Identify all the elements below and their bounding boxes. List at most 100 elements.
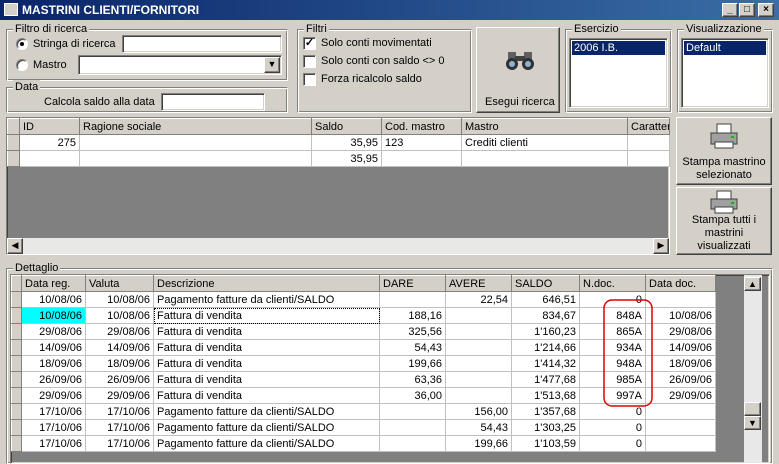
balance-date-input[interactable]	[161, 93, 265, 111]
cell-debit: 63,36	[379, 371, 446, 388]
only-nonzero-balance-label: Solo conti con saldo <> 0	[321, 55, 445, 67]
cell-reg-date: 26/09/06	[21, 371, 86, 388]
cell-description: Fattura di vendita	[153, 387, 380, 404]
fiscal-year-label: Esercizio	[572, 22, 621, 36]
force-recalc-checkbox[interactable]	[303, 73, 316, 86]
cell-credit	[445, 355, 512, 372]
cell-balance: 1'160,23	[511, 323, 580, 340]
col-credit[interactable]: AVERE	[445, 275, 512, 292]
cell-debit: 188,16	[379, 307, 446, 324]
cell-company-name	[79, 150, 312, 167]
cell-description: Fattura di vendita	[153, 371, 380, 388]
search-button[interactable]: Esegui ricerca	[476, 27, 560, 113]
cell-description: Fattura di vendita	[153, 339, 380, 356]
col-company-name[interactable]: Ragione sociale	[79, 118, 312, 135]
search-input[interactable]	[122, 35, 282, 53]
view-list[interactable]: Default	[681, 38, 769, 108]
cell-value-date: 10/08/06	[85, 307, 154, 324]
close-button[interactable]: ×	[758, 3, 774, 17]
col-mastro[interactable]: Mastro	[461, 118, 628, 135]
cell-balance: 834,67	[511, 307, 580, 324]
maximize-button[interactable]: □	[739, 3, 755, 17]
scroll-right-icon[interactable]: ▶	[653, 238, 669, 254]
col-doc-number[interactable]: N.doc.	[579, 275, 646, 292]
cell-credit: 54,43	[445, 419, 512, 436]
mastro-label: Mastro	[33, 59, 67, 71]
only-active-accounts-checkbox[interactable]: ✓	[303, 37, 316, 50]
cell-mastro-code	[381, 150, 462, 167]
fiscal-year-list[interactable]: 2006 I.B.	[569, 38, 668, 108]
detail-vscrollbar[interactable]: ▲ ▼	[744, 275, 762, 463]
scroll-down-icon[interactable]: ▼	[744, 416, 761, 430]
col-reg-date[interactable]: Data reg.	[21, 275, 86, 292]
cell-doc-date	[645, 419, 716, 436]
table-row[interactable]: 35,95	[7, 150, 670, 167]
date-group-label: Data	[13, 80, 41, 94]
cell-debit: 36,00	[379, 387, 446, 404]
col-debit[interactable]: DARE	[379, 275, 446, 292]
cell-debit	[379, 291, 446, 308]
cell-debit	[379, 435, 446, 452]
printer-icon	[710, 123, 738, 149]
detail-grid[interactable]: Data reg. Valuta Descrizione DARE AVERE …	[10, 274, 770, 464]
cell-doc-date	[645, 291, 716, 308]
col-features[interactable]: Caratterist	[627, 118, 670, 135]
table-row[interactable]: 275 35,95 123 Crediti clienti	[7, 134, 670, 151]
view-item[interactable]: Default	[684, 41, 766, 55]
mastro-radio[interactable]	[16, 59, 28, 71]
table-row[interactable]: 17/10/06 17/10/06 Pagamento fatture da cli…	[11, 419, 716, 436]
detail-group-label: Dettaglio	[13, 261, 61, 275]
cell-debit: 325,56	[379, 323, 446, 340]
cell-company-name	[79, 134, 312, 151]
accounts-table: ID Ragione sociale Saldo Cod. mastro Mas…	[7, 118, 670, 167]
print-selected-button[interactable]: Stampa mastrino selezionato	[676, 117, 772, 185]
col-balance[interactable]: SALDO	[511, 275, 580, 292]
cell-value-date: 29/08/06	[85, 323, 154, 340]
window-title: MASTRINI CLIENTI/FORNITORI	[22, 3, 200, 17]
cell-balance: 1'414,32	[511, 355, 580, 372]
cell-reg-date: 17/10/06	[21, 435, 86, 452]
mastro-select[interactable]: ▼	[78, 55, 282, 75]
fiscal-year-item[interactable]: 2006 I.B.	[572, 41, 665, 55]
scroll-thumb[interactable]	[744, 402, 761, 416]
cell-features	[627, 134, 670, 151]
cell-mastro-code: 123	[381, 134, 462, 151]
accounts-grid[interactable]: ID Ragione sociale Saldo Cod. mastro Mas…	[6, 117, 670, 255]
cell-credit	[445, 387, 512, 404]
title-bar[interactable]: MASTRINI CLIENTI/FORNITORI _ □ ×	[0, 0, 779, 20]
force-recalc-label: Forza ricalcolo saldo	[321, 73, 422, 85]
cell-value-date: 29/09/06	[85, 387, 154, 404]
col-description[interactable]: Descrizione	[153, 275, 380, 292]
cell-value-date: 17/10/06	[85, 419, 154, 436]
scroll-up-icon[interactable]: ▲	[744, 277, 761, 291]
cell-doc-number: 0	[579, 435, 646, 452]
scroll-left-icon[interactable]: ◀	[7, 238, 23, 254]
search-string-radio[interactable]	[16, 38, 28, 50]
cell-doc-date: 14/09/06	[645, 339, 716, 356]
cell-value-date: 17/10/06	[85, 435, 154, 452]
accounts-hscrollbar[interactable]: ◀ ▶	[7, 238, 669, 254]
cell-description: Pagamento fatture da clienti/SALDO	[153, 435, 380, 452]
col-value-date[interactable]: Valuta	[85, 275, 154, 292]
cell-balance: 646,51	[511, 291, 580, 308]
col-mastro-code[interactable]: Cod. mastro	[381, 118, 462, 135]
cell-reg-date: 10/08/06	[21, 307, 86, 324]
col-doc-date[interactable]: Data doc.	[645, 275, 716, 292]
row-indicator-header	[7, 118, 20, 135]
table-row[interactable]: 17/10/06 17/10/06 Pagamento fatture da cli…	[11, 435, 716, 452]
print-all-button[interactable]: Stampa tutti i mastrini visualizzati	[676, 187, 772, 255]
row-indicator	[11, 403, 22, 420]
cell-id: 275	[19, 134, 80, 151]
col-id[interactable]: ID	[19, 118, 80, 135]
row-indicator-header	[11, 275, 22, 292]
col-balance[interactable]: Saldo	[311, 118, 382, 135]
cell-doc-date: 29/09/06	[645, 387, 716, 404]
cell-description: Pagamento fatture da clienti/SALDO	[153, 419, 380, 436]
row-indicator	[11, 419, 22, 436]
row-indicator	[11, 339, 22, 356]
chevron-down-icon[interactable]: ▼	[264, 57, 280, 73]
minimize-button[interactable]: _	[722, 3, 738, 17]
cell-credit	[445, 323, 512, 340]
cell-debit	[379, 419, 446, 436]
only-nonzero-balance-checkbox[interactable]	[303, 55, 316, 68]
